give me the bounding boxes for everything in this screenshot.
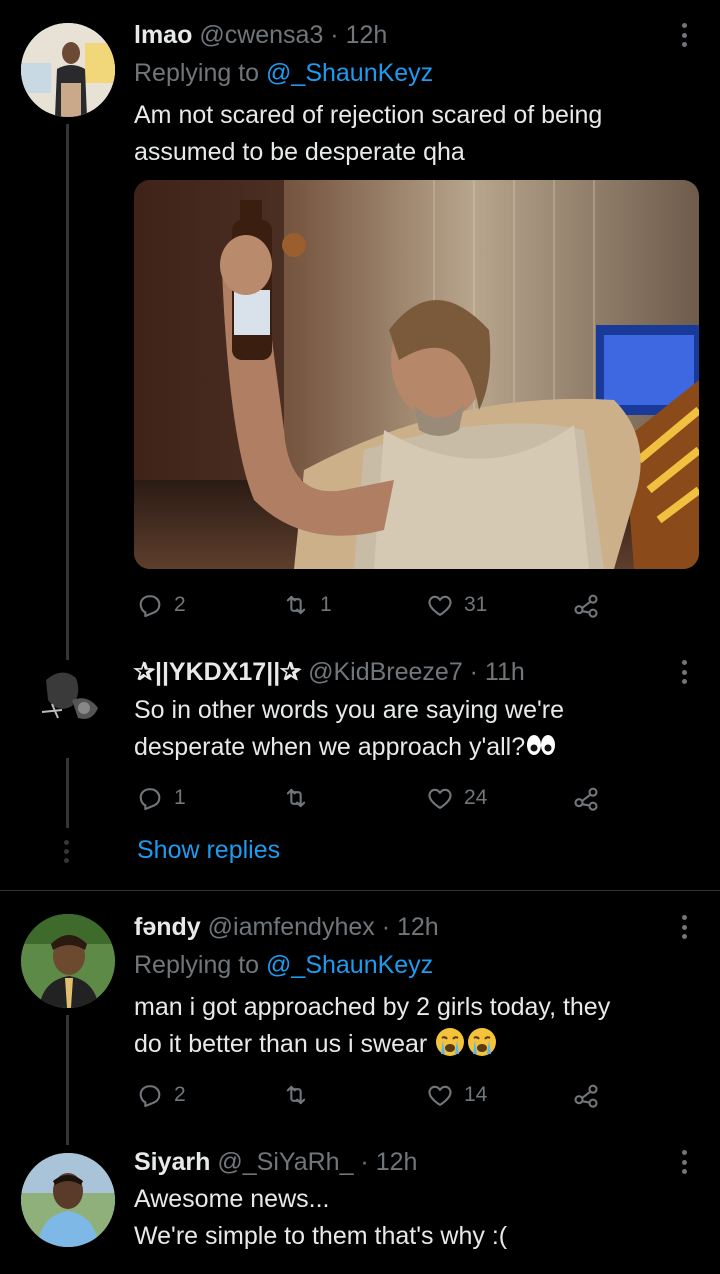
- thread-dots: [64, 840, 70, 863]
- display-name[interactable]: ✰||YKDX17||✰: [134, 658, 301, 686]
- tweet-text-line-2: desperate when we approach y'all?: [134, 729, 694, 766]
- heart-icon: [428, 595, 452, 616]
- reply-button[interactable]: 1: [136, 782, 186, 814]
- tweet-3[interactable]: fəndy @iamfendyhex · 12h Replying to @_S…: [0, 891, 720, 1145]
- heart-icon: [428, 1085, 452, 1106]
- share-button[interactable]: [572, 782, 600, 814]
- reply-icon: [139, 788, 161, 811]
- share-icon: [574, 787, 598, 811]
- reply-count: 2: [174, 593, 186, 616]
- tweet-header: Siyarh @_SiYaRh_ · 12h: [134, 1147, 417, 1177]
- tweet-text-line: We're simple to them that's why :(: [134, 1222, 508, 1250]
- tweet-1[interactable]: lmao @cwensa3 · 12h Replying to @_ShaunK…: [0, 0, 720, 660]
- reply-icon: [139, 1085, 161, 1108]
- reply-count: 1: [174, 786, 186, 809]
- reply-button[interactable]: 2: [136, 589, 186, 621]
- avatar-photo: [21, 1153, 115, 1247]
- share-icon: [574, 1084, 598, 1108]
- retweet-icon: [286, 788, 306, 808]
- handle-time[interactable]: @cwensa3 · 12h: [199, 21, 387, 49]
- thread-line: [66, 758, 69, 828]
- like-count: 14: [464, 1083, 488, 1106]
- reply-icon: [139, 595, 161, 618]
- crying-face-emoji-icon: [468, 1028, 497, 1056]
- tweet-text-line: do it better than us i swear: [134, 1030, 428, 1058]
- tweet-header: ✰||YKDX17||✰ @KidBreeze7 · 11h: [134, 657, 525, 687]
- more-dots-icon[interactable]: [676, 1147, 692, 1177]
- avatar-photo: [32, 660, 104, 732]
- like-count: 31: [464, 593, 488, 616]
- share-button[interactable]: [572, 589, 600, 621]
- tweet-text-line: desperate when we approach y'all?: [134, 733, 526, 761]
- replying-to: Replying to @_ShaunKeyz: [134, 58, 433, 88]
- like-button[interactable]: 14: [426, 1079, 487, 1111]
- avatar[interactable]: [21, 23, 115, 117]
- retweet-button[interactable]: 1: [282, 589, 332, 621]
- avatar[interactable]: [21, 914, 115, 1008]
- replying-to-link[interactable]: @_ShaunKeyz: [266, 951, 433, 979]
- reply-button[interactable]: 2: [136, 1079, 186, 1111]
- replying-prefix: Replying to: [134, 59, 267, 87]
- retweet-icon: [286, 595, 306, 615]
- display-name[interactable]: lmao: [134, 21, 192, 49]
- more-dots-icon[interactable]: [676, 20, 692, 50]
- tweet-2[interactable]: ✰||YKDX17||✰ @KidBreeze7 · 11h So in oth…: [0, 640, 720, 890]
- tweet-text-line-2: do it better than us i swear: [134, 1026, 694, 1063]
- replying-to-link[interactable]: @_ShaunKeyz: [266, 59, 433, 87]
- avatar[interactable]: [21, 1153, 115, 1247]
- tweet-text-line: Awesome news...: [134, 1185, 330, 1213]
- tweet-text-line: So in other words you are saying we're: [134, 696, 564, 724]
- tweet-image[interactable]: [134, 180, 699, 569]
- tweet-4[interactable]: Siyarh @_SiYaRh_ · 12h Awesome news... W…: [0, 1131, 720, 1274]
- thread-line: [66, 1015, 69, 1145]
- tweet-text: So in other words you are saying we're d…: [134, 692, 694, 766]
- share-icon: [574, 594, 598, 618]
- tweet-actions: 1 24: [134, 782, 614, 814]
- display-name[interactable]: fəndy: [134, 913, 201, 941]
- retweet-count: 1: [320, 593, 332, 616]
- like-button[interactable]: 24: [426, 782, 487, 814]
- tweet-actions: 2 1 31: [134, 589, 614, 621]
- handle-time[interactable]: @_SiYaRh_ · 12h: [217, 1148, 417, 1176]
- tweet-header: lmao @cwensa3 · 12h: [134, 20, 387, 50]
- crying-face-emoji-icon: [436, 1028, 465, 1056]
- avatar-photo: [21, 914, 115, 1008]
- avatar-photo: [21, 23, 115, 117]
- tweet-text: man i got approached by 2 girls today, t…: [134, 989, 694, 1063]
- replying-to: Replying to @_ShaunKeyz: [134, 950, 433, 980]
- tweet-text: Am not scared of rejection scared of bei…: [134, 101, 603, 166]
- heart-icon: [428, 788, 452, 809]
- handle-time[interactable]: @iamfendyhex · 12h: [208, 913, 439, 941]
- display-name[interactable]: Siyarh: [134, 1148, 210, 1176]
- avatar[interactable]: [32, 660, 104, 732]
- tweet-text: Awesome news... We're simple to them tha…: [134, 1181, 694, 1255]
- photo-man-with-beer: [134, 180, 699, 569]
- more-dots-icon[interactable]: [676, 657, 692, 687]
- show-replies-link[interactable]: Show replies: [137, 836, 280, 865]
- replying-prefix: Replying to: [134, 951, 267, 979]
- retweet-icon: [286, 1085, 306, 1105]
- reply-count: 2: [174, 1083, 186, 1106]
- eyes-emoji-icon: [527, 735, 556, 755]
- more-dots-icon[interactable]: [676, 912, 692, 942]
- share-button[interactable]: [572, 1079, 600, 1111]
- tweet-text-line: man i got approached by 2 girls today, t…: [134, 993, 611, 1021]
- like-button[interactable]: 31: [426, 589, 487, 621]
- handle-time[interactable]: @KidBreeze7 · 11h: [308, 658, 525, 686]
- tweet-header: fəndy @iamfendyhex · 12h: [134, 912, 439, 942]
- like-count: 24: [464, 786, 488, 809]
- retweet-button[interactable]: [282, 782, 320, 814]
- thread-line: [66, 124, 69, 660]
- retweet-button[interactable]: [282, 1079, 320, 1111]
- tweet-actions: 2 14: [134, 1079, 614, 1111]
